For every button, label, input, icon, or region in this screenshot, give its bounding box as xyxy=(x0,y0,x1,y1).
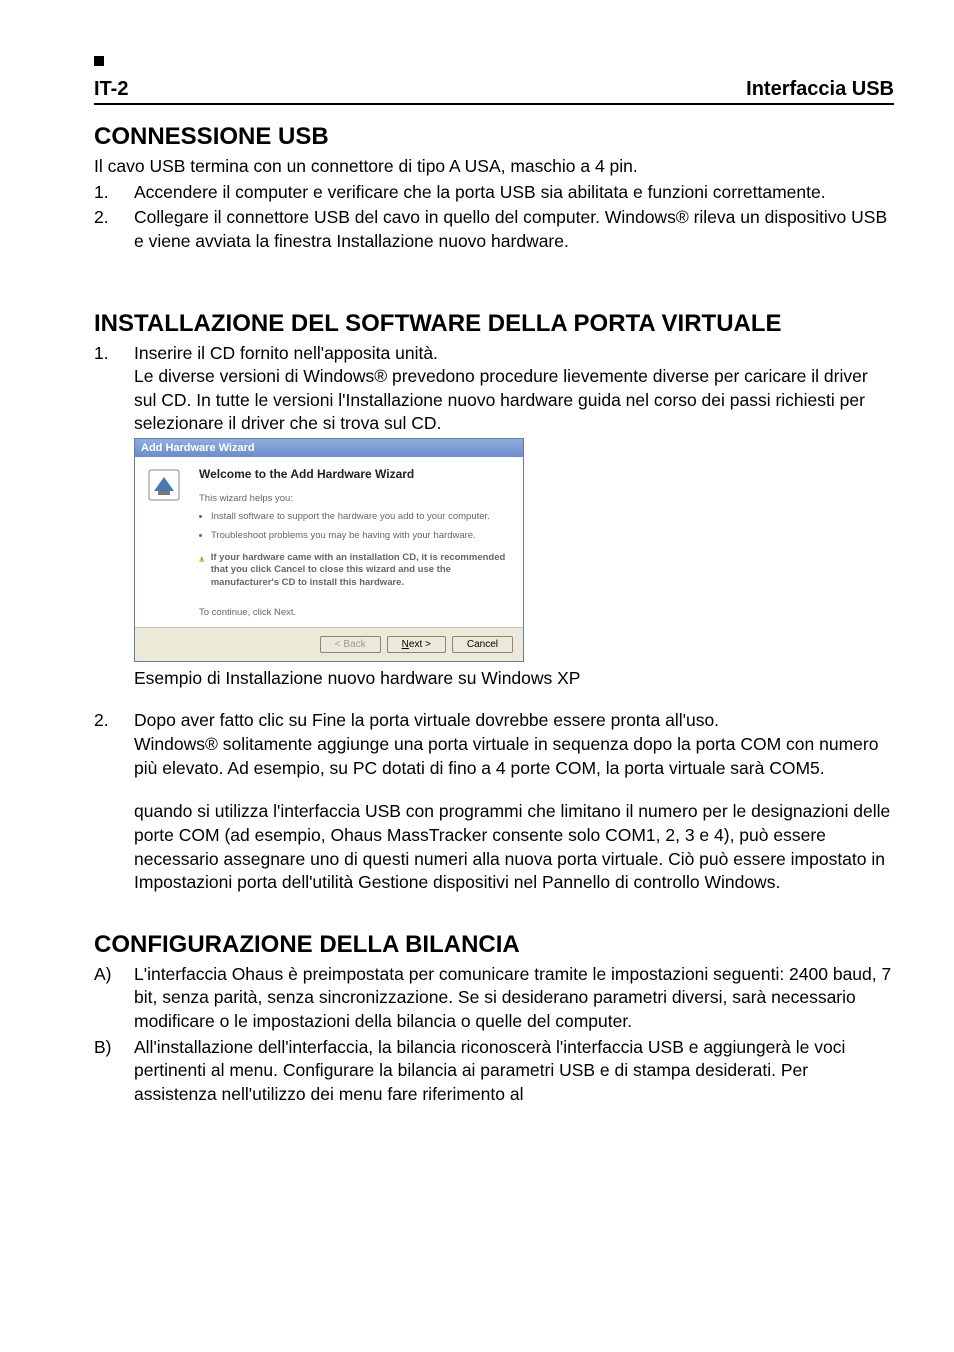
intro-paragraph: Il cavo USB termina con un connettore di… xyxy=(94,155,894,179)
wizard-bullet: Troubleshoot problems you may be having … xyxy=(211,530,511,542)
list-marker: 2. xyxy=(94,709,134,733)
wizard-warning: If your hardware came with an installati… xyxy=(199,552,511,589)
wizard-continue-label: To continue, click Next. xyxy=(199,607,511,619)
wizard-caption: Esempio di Installazione nuovo hardware … xyxy=(134,668,894,689)
wizard-side-icon-area xyxy=(135,457,193,627)
page-header: IT-2 Interfaccia USB xyxy=(94,78,894,105)
list-text: Inserire il CD fornito nell'apposita uni… xyxy=(134,342,894,437)
page: IT-2 Interfaccia USB CONNESSIONE USB Il … xyxy=(0,0,954,1352)
cancel-button[interactable]: Cancel xyxy=(452,636,513,653)
next-button[interactable]: Next > xyxy=(387,636,446,653)
wizard-footer: < Back Next > Cancel xyxy=(135,627,523,661)
list-item: 1. Accendere il computer e verificare ch… xyxy=(94,181,894,205)
section-heading-configurazione: CONFIGURAZIONE DELLA BILANCIA xyxy=(94,931,894,959)
list-text-line: Inserire il CD fornito nell'apposita uni… xyxy=(134,343,438,363)
list-marker: 2. xyxy=(94,206,134,230)
list-item: A) L'interfaccia Ohaus è preimpostata pe… xyxy=(94,963,894,1034)
wizard-body: Welcome to the Add Hardware Wizard This … xyxy=(135,457,523,627)
page-title: Interfaccia USB xyxy=(746,78,894,101)
list-marker: 1. xyxy=(94,181,134,205)
page-number: IT-2 xyxy=(94,78,128,101)
list-text: Dopo aver fatto clic su Fine la porta vi… xyxy=(134,709,894,780)
wizard-helps-label: This wizard helps you: xyxy=(199,493,511,505)
section-heading-installazione: INSTALLAZIONE DEL SOFTWARE DELLA PORTA V… xyxy=(94,310,894,338)
page-corner-mark xyxy=(94,56,104,66)
note-paragraph: quando si utilizza l'interfaccia USB con… xyxy=(134,800,894,895)
list-item: 2. Dopo aver fatto clic su Fine la porta… xyxy=(94,709,894,780)
list-text: L'interfaccia Ohaus è preimpostata per c… xyxy=(134,963,894,1034)
wizard-bullet-list: Install software to support the hardware… xyxy=(199,511,511,542)
list-text: Accendere il computer e verificare che l… xyxy=(134,181,894,205)
wizard-bullet: Install software to support the hardware… xyxy=(211,511,511,523)
list-marker: B) xyxy=(94,1036,134,1060)
list-item: B) All'installazione dell'interfaccia, l… xyxy=(94,1036,894,1107)
list-text: All'installazione dell'interfaccia, la b… xyxy=(134,1036,894,1107)
back-button[interactable]: < Back xyxy=(320,636,381,653)
wizard-content: Welcome to the Add Hardware Wizard This … xyxy=(193,457,523,627)
list-text: Collegare il connettore USB del cavo in … xyxy=(134,206,894,253)
list-text-line: Dopo aver fatto clic su Fine la porta vi… xyxy=(134,710,719,730)
wizard-heading: Welcome to the Add Hardware Wizard xyxy=(199,467,511,481)
list-marker: 1. xyxy=(94,342,134,366)
next-button-label-rest: ext > xyxy=(409,639,431,650)
wizard-screenshot: Add Hardware Wizard Welcome to the Add H… xyxy=(134,438,524,662)
wizard-warning-text: If your hardware came with an installati… xyxy=(211,552,511,589)
list-item: 2. Collegare il connettore USB del cavo … xyxy=(94,206,894,253)
list-item: 1. Inserire il CD fornito nell'apposita … xyxy=(94,342,894,437)
section-heading-connessione: CONNESSIONE USB xyxy=(94,123,894,151)
list-marker: A) xyxy=(94,963,134,987)
list-text-continuation: Le diverse versioni di Windows® prevedon… xyxy=(134,366,868,433)
hardware-icon xyxy=(146,467,182,503)
warning-icon xyxy=(199,552,205,566)
wizard-titlebar: Add Hardware Wizard xyxy=(135,439,523,457)
list-text-continuation: Windows® solitamente aggiunge una porta … xyxy=(134,734,878,778)
